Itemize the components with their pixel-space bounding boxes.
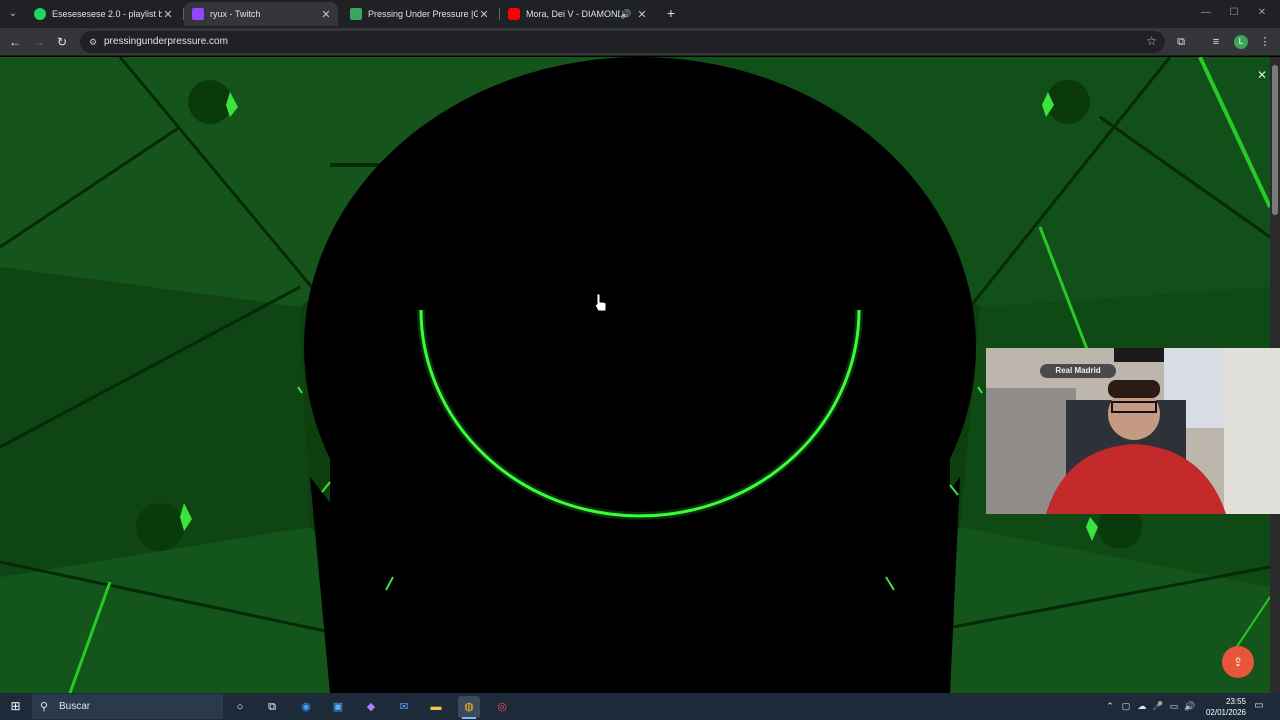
cortana-icon[interactable]: ○ — [229, 696, 251, 718]
browser-toolbar: ← → ↻ ⚙ pressingunderpressure.com ☆ ⧉ ≡ … — [0, 28, 1280, 56]
tab-title: Pressing Under Pressure |Game — [368, 9, 478, 19]
new-tab-button[interactable]: + — [662, 5, 680, 23]
windows-start-icon[interactable]: ⊞ — [8, 699, 23, 714]
bolt — [136, 503, 184, 551]
chrome-icon[interactable]: ◍ — [458, 696, 480, 718]
tab-spotify[interactable]: Esesesesese 2.0 - playlist by Na ✕ — [26, 2, 180, 26]
share-icon[interactable]: ⇪ — [1222, 646, 1254, 678]
obs-recording-icon[interactable]: ◎ — [491, 696, 513, 718]
extensions-icon[interactable]: ⧉ — [1172, 33, 1190, 51]
webcam-overlay — [986, 348, 1280, 514]
person-hair — [1108, 380, 1160, 398]
reload-icon[interactable]: ↻ — [53, 33, 71, 51]
menu-icon[interactable]: ⋮ — [1256, 33, 1274, 51]
clock-date: 02/01/2026 — [1205, 708, 1246, 717]
volume-icon[interactable]: 🔊 — [1184, 700, 1196, 712]
taskbar-search-box[interactable]: ⚲ Buscar — [32, 694, 223, 719]
tab-twitch[interactable]: ryux - Twitch ✕ — [184, 2, 338, 26]
webcam-feed — [986, 348, 1280, 514]
spotify-icon — [34, 8, 46, 20]
onedrive-icon[interactable]: ☁ — [1136, 700, 1148, 712]
search-placeholder: Buscar — [59, 701, 91, 712]
bookmark-star-icon[interactable]: ☆ — [1146, 34, 1157, 48]
window-close-button[interactable]: ✕ — [1248, 4, 1276, 22]
game-icon — [350, 8, 362, 20]
close-icon[interactable]: ✕ — [162, 8, 174, 21]
tab-title: Mora, Dei V - DIAMONDS | — [526, 9, 620, 19]
forward-icon[interactable]: → — [30, 33, 48, 51]
system-clock[interactable]: 23:55 02/01/2026 — [1196, 696, 1246, 718]
tab-pressing-under-pressure[interactable]: Pressing Under Pressure |Game ✕ — [342, 2, 496, 26]
chevron-up-icon[interactable]: ⌃ — [1104, 700, 1116, 712]
active-app-indicator — [462, 717, 476, 719]
notification-icon[interactable]: ▭ — [1252, 700, 1266, 712]
minimize-button[interactable]: — — [1192, 4, 1220, 22]
network-icon[interactable]: ▭ — [1168, 700, 1180, 712]
twitch-icon — [192, 8, 204, 20]
speaker-icon[interactable]: 🔊 — [620, 9, 632, 20]
site-info-icon[interactable]: ⚙ — [86, 35, 100, 49]
store-icon[interactable]: ▣ — [327, 696, 349, 718]
microphone-icon[interactable]: 🎤 — [1152, 700, 1164, 712]
room-shelf — [1114, 348, 1164, 362]
visual-studio-icon[interactable]: ◆ — [360, 696, 382, 718]
media-controls-icon[interactable]: ≡ — [1207, 33, 1225, 51]
overlay-close-button[interactable]: ✕ — [1254, 67, 1270, 83]
webcam-shirt-label: Real Madrid — [1040, 364, 1116, 378]
url-text[interactable]: pressingunderpressure.com — [104, 36, 228, 47]
room-door — [1224, 348, 1280, 514]
maximize-button[interactable]: ☐ — [1220, 4, 1248, 22]
tab-strip: ⌄ Esesesesese 2.0 - playlist by Na ✕ ryu… — [0, 0, 1280, 28]
search-icon: ⚲ — [40, 701, 49, 713]
tab-search-icon[interactable]: ⌄ — [4, 5, 22, 23]
youtube-icon — [508, 8, 520, 20]
address-bar[interactable]: ⚙ pressingunderpressure.com ☆ — [80, 31, 1165, 53]
back-icon[interactable]: ← — [6, 33, 24, 51]
outlook-icon[interactable]: ✉ — [393, 696, 415, 718]
tab-title: ryux - Twitch — [210, 9, 261, 19]
windows-taskbar: ⊞ ⚲ Buscar ○ ⧉ ◉ ▣ ◆ ✉ ▬ ◍ ◎ ⌃ ▢ ☁ 🎤 ▭ 🔊… — [0, 693, 1280, 720]
tray-app-icon[interactable]: ▢ — [1120, 700, 1132, 712]
task-view-icon[interactable]: ⧉ — [261, 696, 283, 718]
close-icon[interactable]: ✕ — [478, 8, 490, 21]
bolt — [188, 80, 232, 124]
clock-time: 23:55 — [1225, 697, 1246, 706]
file-explorer-icon[interactable]: ▬ — [425, 696, 447, 718]
profile-avatar[interactable]: L — [1234, 35, 1248, 49]
close-icon[interactable]: ✕ — [636, 8, 648, 21]
tab-youtube[interactable]: Mora, Dei V - DIAMONDS | 🔊 ✕ — [500, 2, 654, 26]
tab-title: Esesesesese 2.0 - playlist by Na — [52, 9, 162, 19]
edge-icon[interactable]: ◉ — [295, 696, 317, 718]
scrollbar-thumb[interactable] — [1272, 65, 1278, 215]
close-icon[interactable]: ✕ — [320, 8, 332, 21]
